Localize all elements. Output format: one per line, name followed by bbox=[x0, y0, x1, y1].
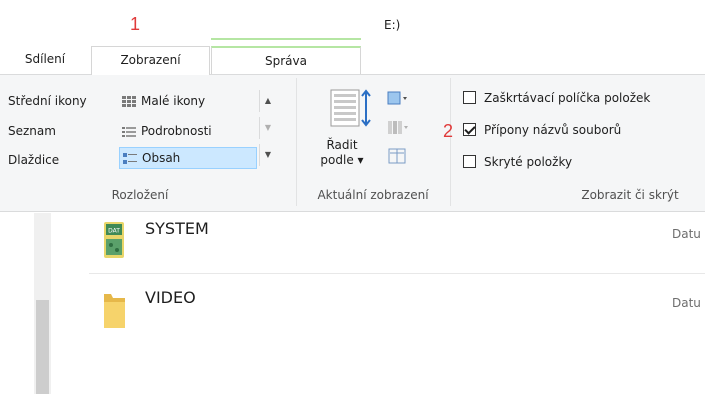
layout-details[interactable]: Podrobnosti bbox=[121, 121, 212, 143]
file-name: SYSTEM bbox=[145, 219, 209, 238]
svg-text:DAT: DAT bbox=[108, 228, 120, 235]
sort-by-button[interactable]: Řadit podle ▾ bbox=[320, 138, 364, 168]
hidden-items-checkbox[interactable] bbox=[463, 155, 476, 168]
hidden-items-label: Skryté položky bbox=[484, 155, 573, 169]
group-separator bbox=[450, 78, 451, 206]
navigation-pane[interactable] bbox=[0, 213, 34, 394]
details-icon bbox=[121, 124, 137, 139]
small-icons-icon bbox=[121, 94, 137, 109]
navigation-scrollbar-thumb[interactable] bbox=[36, 300, 49, 394]
folder-icon bbox=[104, 294, 125, 328]
annotation-marker-2: 2 bbox=[443, 121, 454, 141]
layout-small-icons[interactable]: Malé ikony bbox=[121, 91, 205, 113]
layout-details-label: Podrobnosti bbox=[141, 124, 212, 138]
layout-content-label: Obsah bbox=[142, 151, 181, 165]
file-meta: Datu bbox=[672, 296, 701, 310]
layout-scroll-up[interactable]: ▲ bbox=[259, 90, 276, 112]
group-label-layout: Rozložení bbox=[111, 188, 169, 202]
layout-tiles-label: Dlaždice bbox=[8, 153, 60, 167]
layout-content[interactable]: Obsah bbox=[119, 147, 257, 169]
layout-expand[interactable]: ▼ bbox=[259, 144, 276, 166]
item-checkboxes-checkbox[interactable] bbox=[463, 91, 476, 104]
window-title-fragment: E:) bbox=[384, 18, 401, 32]
item-checkboxes-toggle[interactable]: Zaškrtávací políčka položek bbox=[463, 89, 650, 109]
tab-manage[interactable]: Správa bbox=[211, 46, 361, 74]
layout-tiles[interactable]: Dlaždice bbox=[8, 150, 59, 172]
tab-share[interactable]: Sdílení bbox=[0, 46, 90, 74]
annotation-marker-1: 1 bbox=[130, 14, 141, 34]
layout-medium-icons[interactable]: Střední ikony bbox=[8, 91, 87, 113]
sort-by-label-line2: podle bbox=[320, 153, 354, 167]
file-name-extensions-label: Přípony názvů souborů bbox=[484, 123, 622, 137]
layout-small-icons-label: Malé ikony bbox=[141, 94, 206, 108]
file-name-extensions-checkbox[interactable] bbox=[463, 123, 476, 136]
group-label-current-view: Aktuální zobrazení bbox=[317, 188, 429, 202]
sort-by-icon[interactable] bbox=[330, 88, 374, 130]
dat-file-icon: DAT bbox=[104, 222, 124, 258]
file-name-extensions-toggle[interactable]: Přípony názvů souborů bbox=[463, 121, 621, 141]
layout-list-label: Seznam bbox=[8, 124, 56, 138]
row-divider bbox=[89, 273, 705, 274]
hidden-items-toggle[interactable]: Skryté položky bbox=[463, 153, 572, 173]
file-name: VIDEO bbox=[145, 288, 196, 307]
item-checkboxes-label: Zaškrtávací políčka položek bbox=[484, 91, 651, 105]
group-separator bbox=[296, 78, 297, 206]
file-meta: Datu bbox=[672, 227, 701, 241]
size-columns-icon[interactable] bbox=[387, 147, 409, 165]
manage-tab-accent bbox=[211, 38, 361, 46]
layout-medium-icons-label: Střední ikony bbox=[8, 94, 87, 108]
group-by-icon[interactable] bbox=[387, 90, 409, 108]
content-icon bbox=[122, 151, 138, 166]
sort-by-label-line1: Řadit bbox=[326, 138, 358, 152]
file-row[interactable]: DAT SYSTEM Datu bbox=[89, 213, 705, 273]
layout-list[interactable]: Seznam bbox=[8, 121, 56, 143]
file-row[interactable]: VIDEO Datu bbox=[89, 276, 705, 336]
layout-scroll-down[interactable]: ▼ bbox=[259, 117, 276, 139]
group-label-show-hide: Zobrazit či skrýt bbox=[581, 188, 679, 202]
tab-view[interactable]: Zobrazení bbox=[91, 46, 210, 75]
add-columns-icon bbox=[388, 121, 408, 134]
